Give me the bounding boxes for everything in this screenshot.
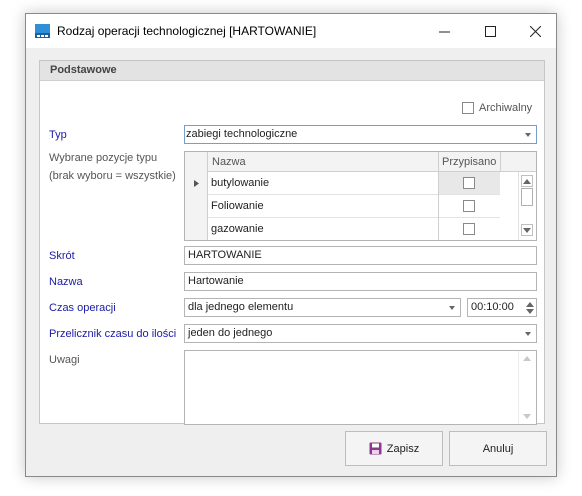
pozycje-hint: (brak wyboru = wszystkie) [49,170,176,182]
row-nazwa: butylowanie [211,177,270,189]
row-indicator-column [185,152,208,240]
cancel-button[interactable]: Anuluj [449,431,547,466]
group-podstawowe: Podstawowe Archiwalny Typ zabiegi techno… [39,60,545,425]
przelicznik-value: jeden do jednego [188,327,273,339]
arrow-down-icon [523,227,531,233]
przelicznik-combobox[interactable]: jeden do jednego [184,324,537,343]
typ-combobox[interactable]: zabiegi technologiczne [184,125,537,144]
row-nazwa: Foliowanie [211,200,264,212]
czas-time-value: 00:10:00 [471,301,514,313]
scroll-down-button[interactable] [521,224,533,236]
row-przypisano-cell[interactable] [439,172,500,195]
przypisano-checkbox[interactable] [463,223,475,235]
row-selector-icon [194,180,199,187]
czas-time-spinner[interactable]: 00:10:00 [467,298,537,317]
nazwa-value: Hartowanie [188,275,244,287]
uwagi-label: Uwagi [49,354,80,366]
group-title: Podstawowe [50,64,117,76]
maximize-icon [484,25,496,37]
przypisano-checkbox[interactable] [463,200,475,212]
table-row[interactable]: butylowanie [208,172,438,195]
uwagi-scrollbar[interactable] [518,351,536,424]
floppy-disk-icon [369,442,382,455]
table-row[interactable]: Foliowanie [208,195,438,218]
nazwa-input[interactable]: Hartowanie [184,272,537,291]
close-icon [529,25,541,37]
czas-combobox[interactable]: dla jednego elementu [184,298,461,317]
archived-checkbox[interactable] [462,102,474,114]
dialog-window: Rodzaj operacji technologicznej [HARTOWA… [25,13,557,477]
typ-value: zabiegi technologiczne [186,128,298,140]
minimize-button[interactable] [421,14,467,48]
scroll-thumb[interactable] [521,188,533,206]
czas-label: Czas operacji [49,302,116,314]
column-divider [500,152,501,172]
save-button[interactable]: Zapisz [345,431,443,466]
scroll-up-button[interactable] [521,175,533,187]
row-nazwa: gazowanie [211,223,264,235]
skrot-value: HARTOWANIE [188,249,262,261]
window-title: Rodzaj operacji technologicznej [HARTOWA… [57,24,317,38]
save-button-label: Zapisz [386,442,420,455]
spinner-buttons[interactable] [524,301,534,315]
col-przypisano-header[interactable]: Przypisano [442,156,496,168]
skrot-label: Skrót [49,250,75,262]
chevron-down-icon[interactable] [520,325,536,342]
czas-value: dla jednego elementu [188,301,294,313]
typ-label: Typ [49,129,67,141]
maximize-button[interactable] [467,14,513,48]
pozycje-grid[interactable]: Nazwa Przypisano butylowanie Foliowanie [184,151,537,241]
spinner-up-icon[interactable] [526,302,534,307]
skrot-input[interactable]: HARTOWANIE [184,246,537,265]
archived-label: Archiwalny [479,102,533,114]
app-icon [35,24,50,38]
chevron-down-icon[interactable] [520,126,536,143]
grid-scrollbar[interactable] [518,172,536,240]
pozycje-label: Wybrane pozycje typu [49,152,158,164]
dialog-body: Podstawowe Archiwalny Typ zabiegi techno… [26,48,556,476]
row-przypisano-cell[interactable] [439,195,500,218]
chevron-down-icon[interactable] [444,299,460,316]
cancel-button-label: Anuluj [482,442,514,455]
nazwa-label: Nazwa [49,276,83,288]
spinner-down-icon[interactable] [526,309,534,314]
close-button[interactable] [512,14,558,48]
uwagi-textarea[interactable] [184,350,537,425]
table-row[interactable]: gazowanie [208,218,438,240]
arrow-up-icon[interactable] [523,356,531,361]
arrow-up-icon [523,178,531,184]
minimize-icon [438,31,450,32]
group-header: Podstawowe [40,61,544,81]
col-nazwa-header[interactable]: Nazwa [212,156,246,168]
title-bar[interactable]: Rodzaj operacji technologicznej [HARTOWA… [26,14,556,48]
przelicznik-label: Przelicznik czasu do ilości [49,328,177,340]
przypisano-checkbox[interactable] [463,177,475,189]
arrow-down-icon[interactable] [523,414,531,419]
row-przypisano-cell[interactable] [439,218,500,240]
